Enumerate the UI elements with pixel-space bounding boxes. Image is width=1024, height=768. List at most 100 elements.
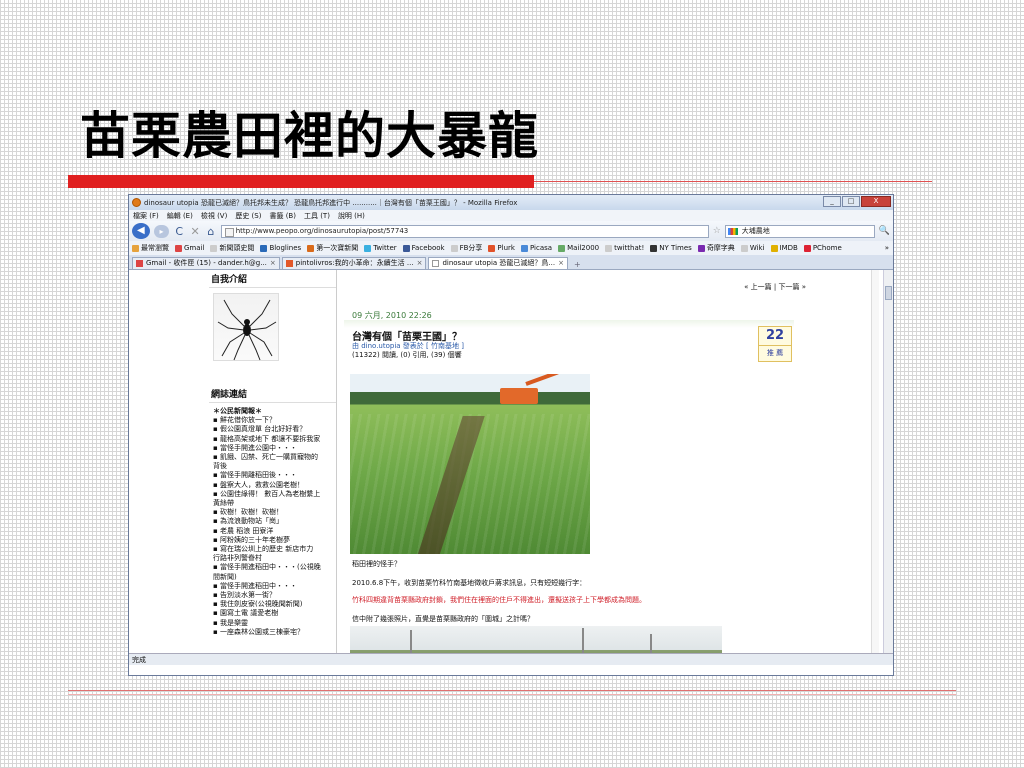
- sidebar-link[interactable]: ▪ 當怪手開離稻田後・・・: [213, 471, 336, 480]
- maximize-button[interactable]: □: [842, 196, 860, 207]
- post-paragraph-highlight: 竹科四期違背苗栗縣政府封鎖，我們住在裡面的住戶不得進出，還擬送孩子上下學都成為問…: [352, 596, 646, 604]
- bookmark-item[interactable]: Picasa: [520, 244, 552, 252]
- bookmark-icon: [364, 244, 372, 252]
- bookmark-item[interactable]: 第一次寶新聞: [307, 243, 358, 253]
- bookmark-label: IMDB: [779, 244, 798, 252]
- tab-close-icon[interactable]: ×: [558, 258, 564, 269]
- blog-sidebar: 自我介紹 網誌連結 ＊公民新聞報＊ ▪ 鮮花借你放一下？ ▪ 假公園真燈單 台北…: [209, 270, 337, 653]
- bookmark-item[interactable]: PChome: [803, 244, 842, 252]
- stop-button[interactable]: ✕: [189, 225, 201, 238]
- sidebar-link[interactable]: ▪ 園寫土電 議愛老樹: [213, 609, 336, 618]
- search-input[interactable]: 大埔農地: [724, 224, 875, 238]
- sidebar-link[interactable]: ▪ 盤察大人，救救公園老樹！: [213, 481, 336, 490]
- bookmark-item[interactable]: Bloglines: [260, 244, 301, 252]
- rice-field-excavator-photo: [350, 374, 590, 554]
- bookmark-item[interactable]: Twitter: [364, 244, 397, 252]
- menu-tools[interactable]: 工具 (T): [304, 211, 330, 221]
- sidebar-link[interactable]: ▪ 為流浪動物站「崗」: [213, 517, 336, 526]
- tab-pintolivros[interactable]: pintolivros:我的小革命：永續生活 ... ×: [281, 257, 427, 269]
- menu-edit[interactable]: 編輯 (E): [167, 211, 193, 221]
- bookmark-label: Gmail: [184, 244, 205, 252]
- profile-image: [213, 293, 279, 361]
- bookmark-label: Bloglines: [269, 244, 302, 252]
- recommend-button[interactable]: 推 薦: [759, 345, 791, 360]
- links-section-title: ＊公民新聞報＊: [213, 407, 262, 415]
- inner-scrollbar[interactable]: [871, 270, 879, 653]
- bookmarks-overflow-icon[interactable]: »: [885, 244, 893, 252]
- bookmark-label: 奇摩字典: [706, 244, 735, 252]
- bookmark-item[interactable]: 奇摩字典: [697, 243, 735, 253]
- menu-help[interactable]: 說明 (H): [338, 211, 365, 221]
- bookmark-item[interactable]: 最常瀏覽: [132, 243, 169, 253]
- sidebar-link[interactable]: 黃絲帶: [213, 499, 336, 508]
- road-field-photo: [350, 626, 722, 653]
- title-accent-bar: [68, 175, 534, 188]
- bookmark-item[interactable]: Wiki: [740, 244, 765, 252]
- sidebar-link[interactable]: ▪ 一座森林公園或三棟豪宅？: [213, 628, 336, 637]
- bookmark-icon: [697, 244, 705, 252]
- sidebar-link[interactable]: ▪ 當怪手開進公園中・・・: [213, 444, 336, 453]
- bookmark-item[interactable]: Gmail: [175, 244, 204, 252]
- bookmark-icon: [605, 244, 613, 252]
- bookmarks-toolbar: 最常瀏覽 Gmail 新聞頭史閱 Bloglines 第一次寶新聞 Twitter Face…: [129, 241, 893, 255]
- sidebar-link[interactable]: ▪ 飢餓、囚禁、死亡一購買寵物的: [213, 453, 336, 462]
- bookmark-item[interactable]: NY Times: [650, 244, 692, 252]
- bookmark-item[interactable]: 新聞頭史閱: [210, 243, 254, 253]
- recommend-widget[interactable]: 22 推 薦: [758, 326, 792, 362]
- tab-close-icon[interactable]: ×: [417, 258, 423, 269]
- bookmark-label: Wiki: [749, 244, 765, 252]
- bookmark-item[interactable]: twitthat!: [605, 244, 644, 252]
- new-tab-button[interactable]: +: [570, 260, 585, 269]
- sidebar-link[interactable]: ▪ 當怪手開進稻田中・・・: [213, 582, 336, 591]
- sidebar-link[interactable]: ▪ 阿粉姨的三十年老樹夢: [213, 536, 336, 545]
- menu-view[interactable]: 檢視 (V): [201, 211, 227, 221]
- post-navigation[interactable]: « 上一篇 | 下一篇 »: [744, 282, 806, 292]
- bookmark-item[interactable]: Mail2000: [558, 244, 599, 252]
- bookmark-star-icon[interactable]: ☆: [713, 226, 721, 236]
- tab-dinosaur-utopia[interactable]: dinosaur utopia 恐龍已滅絕？鳥... ×: [428, 257, 568, 269]
- tab-label: Gmail - 收件匣 (15) - dander.h@g...: [146, 259, 267, 267]
- bookmark-item[interactable]: Plurk: [488, 244, 515, 252]
- close-button[interactable]: X: [861, 196, 891, 207]
- tab-close-icon[interactable]: ×: [270, 258, 276, 269]
- bookmark-icon: [450, 244, 458, 252]
- menu-history[interactable]: 歷史 (S): [235, 211, 261, 221]
- sidebar-link[interactable]: 間新聞): [213, 573, 336, 582]
- tab-gmail[interactable]: Gmail - 收件匣 (15) - dander.h@g... ×: [132, 257, 280, 269]
- bookmark-label: 新聞頭史閱: [219, 244, 255, 252]
- bookmark-icon: [803, 244, 811, 252]
- sidebar-link[interactable]: ▪ 告別淡水第一街？: [213, 591, 336, 600]
- url-input[interactable]: http://www.peopo.org/dinosaurutopia/post…: [220, 224, 709, 238]
- bookmark-icon: [488, 244, 496, 252]
- sidebar-link[interactable]: ▪ 龍格高架或地下 都讓不要拆我家: [213, 435, 336, 444]
- forward-button[interactable]: ▸: [153, 224, 170, 238]
- window-controls: _ □ X: [823, 196, 891, 207]
- menu-bookmarks[interactable]: 書籤 (B): [269, 211, 296, 221]
- page-scrollbar[interactable]: [883, 270, 893, 653]
- bookmark-item[interactable]: FB分享: [450, 243, 482, 253]
- menu-file[interactable]: 檔案 (F): [133, 211, 159, 221]
- minimize-button[interactable]: _: [823, 196, 841, 207]
- bookmark-icon: [260, 244, 268, 252]
- browser-window: dinosaur utopia 恐龍已滅絕？鳥托邦未生成？ 恐龍鳥托邦進行中 .…: [128, 194, 894, 676]
- sidebar-link[interactable]: ▪ 我是樂靈: [213, 619, 336, 628]
- bookmark-item[interactable]: IMDB: [770, 244, 798, 252]
- search-icon[interactable]: 🔍: [879, 226, 890, 236]
- bookmark-label: 最常瀏覽: [141, 244, 169, 252]
- firefox-icon: [132, 198, 141, 207]
- bookmark-icon: [650, 244, 658, 252]
- home-button[interactable]: ⌂: [205, 225, 217, 238]
- sidebar-link[interactable]: ▪ 公園佳綠得！ 數百人為老樹繫上: [213, 490, 336, 499]
- sidebar-link[interactable]: ▪ 寫在瑞公圳上的歷史 新店市力: [213, 545, 336, 554]
- sidebar-link[interactable]: ▪ 當怪手開進稻田中・・・(公視晚: [213, 563, 336, 572]
- sidebar-link[interactable]: ▪ 假公園真燈單 台北好好看？: [213, 425, 336, 434]
- page-content: 自我介紹 網誌連結 ＊公民新聞報＊ ▪ 鮮花借你放一下？ ▪ 假公園真燈單 台北…: [129, 270, 893, 653]
- reload-button[interactable]: C: [173, 225, 185, 238]
- bookmark-item[interactable]: Facebook: [402, 244, 445, 252]
- footer-rule: [68, 690, 956, 691]
- sidebar-link[interactable]: ▪ 老農 稻浪 田寮洋: [213, 527, 336, 536]
- scrollbar-thumb[interactable]: [885, 286, 892, 300]
- post-date: 09 六月, 2010 22:26: [352, 311, 432, 320]
- bookmark-icon: [307, 244, 315, 252]
- back-button[interactable]: ◀: [132, 223, 150, 239]
